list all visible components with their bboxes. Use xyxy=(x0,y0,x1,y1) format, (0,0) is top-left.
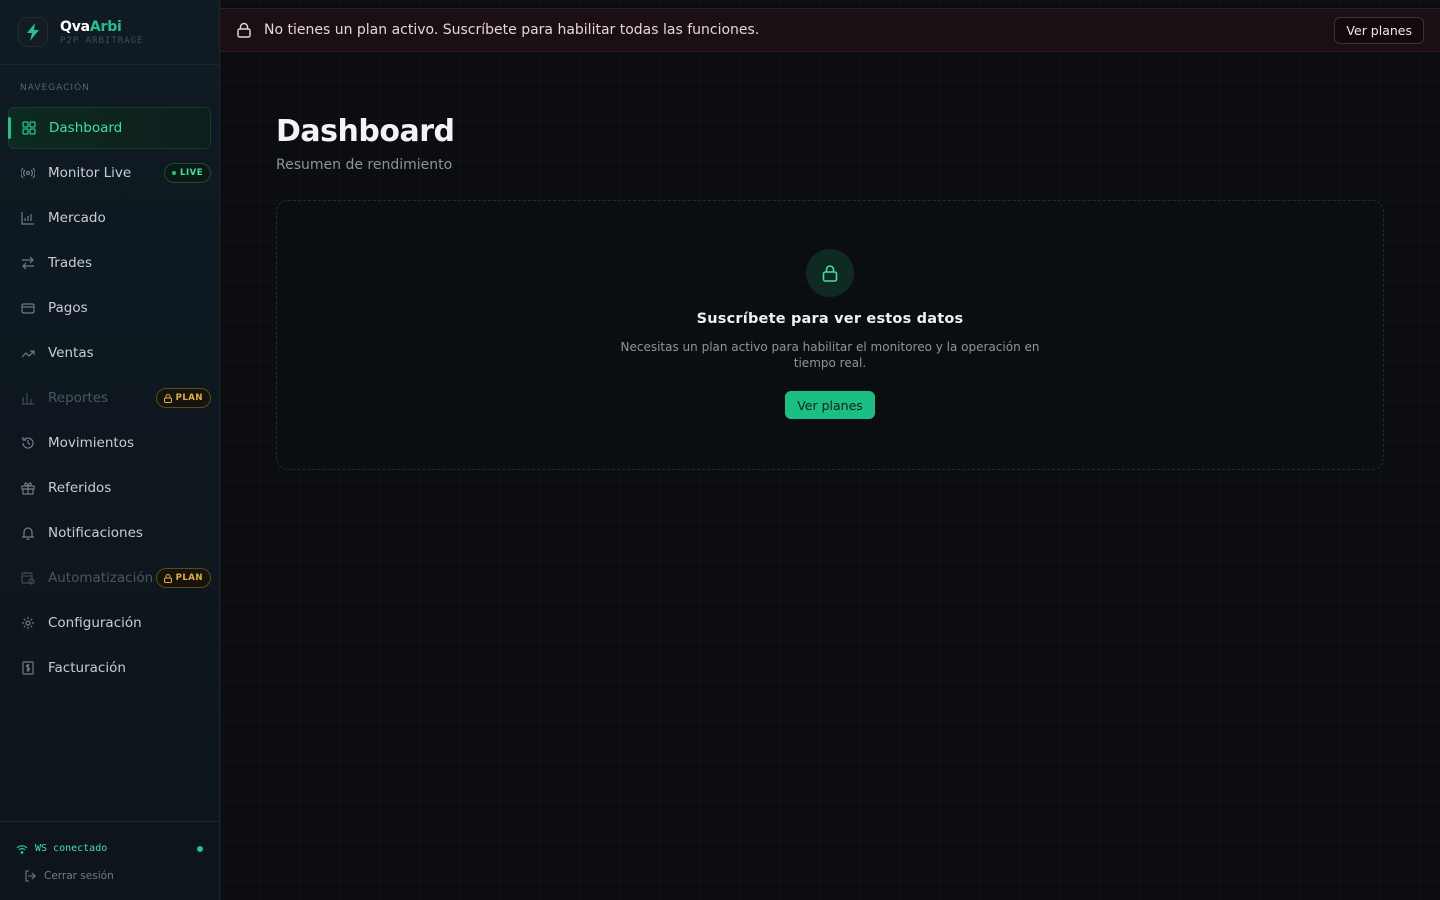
ws-status-dot xyxy=(197,845,203,852)
plan-badge: PLAN xyxy=(155,388,211,408)
plan-badge: PLAN xyxy=(155,568,211,588)
sidebar-nav: Dashboard Monitor Live LIVE Mercado Trad… xyxy=(0,107,219,689)
sidebar: QvaArbi P2P ARBITRAGE NAVEGACIÓN Dashboa… xyxy=(0,0,220,900)
credit-card-icon xyxy=(20,300,36,316)
sidebar-footer: WS conectado Cerrar sesión xyxy=(0,821,219,900)
locked-content-card: Suscríbete para ver estos datos Necesita… xyxy=(276,200,1384,470)
lock-icon xyxy=(163,573,172,583)
sidebar-item-label: Notificaciones xyxy=(48,525,143,541)
sidebar-item-label: Ventas xyxy=(48,345,94,361)
brand-name: QvaArbi xyxy=(60,18,122,35)
page-subtitle: Resumen de rendimiento xyxy=(276,157,453,173)
sidebar-item-label: Trades xyxy=(48,255,92,271)
receipt-icon xyxy=(20,660,36,676)
sidebar-item-referidos[interactable]: Referidos xyxy=(8,467,211,509)
sidebar-item-label: Facturación xyxy=(48,660,126,676)
sidebar-item-ventas[interactable]: Ventas xyxy=(8,332,211,374)
sidebar-item-mercado[interactable]: Mercado xyxy=(8,197,211,239)
sidebar-item-dashboard[interactable]: Dashboard xyxy=(8,107,211,149)
logout-button[interactable]: Cerrar sesión xyxy=(0,862,219,890)
sidebar-item-label: Referidos xyxy=(48,480,112,496)
nav-heading: NAVEGACIÓN xyxy=(20,83,90,93)
lock-icon xyxy=(236,22,252,38)
sidebar-item-reportes[interactable]: Reportes PLAN xyxy=(8,377,211,419)
bolt-icon xyxy=(18,17,48,47)
grid-icon xyxy=(21,120,37,136)
logout-label: Cerrar sesión xyxy=(44,870,114,882)
lock-icon xyxy=(163,393,172,403)
brand-subtitle: P2P ARBITRAGE xyxy=(60,35,144,46)
arrows-swap-icon xyxy=(20,255,36,271)
sidebar-item-automatizacion[interactable]: Automatización PLAN xyxy=(8,557,211,599)
no-plan-banner: No tienes un plan activo. Suscríbete par… xyxy=(220,8,1440,52)
trend-up-icon xyxy=(20,345,36,361)
sidebar-item-label: Mercado xyxy=(48,210,106,226)
history-icon xyxy=(20,435,36,451)
page-title: Dashboard xyxy=(276,114,455,149)
card-description: Necesitas un plan activo para habilitar … xyxy=(620,340,1040,370)
sidebar-item-monitor-live[interactable]: Monitor Live LIVE xyxy=(8,152,211,194)
sidebar-item-pagos[interactable]: Pagos xyxy=(8,287,211,329)
sidebar-item-label: Pagos xyxy=(48,300,88,316)
sidebar-item-label: Reportes xyxy=(48,390,109,406)
sidebar-item-facturacion[interactable]: Facturación xyxy=(8,647,211,689)
sidebar-item-label: Automatización xyxy=(48,570,154,586)
gear-icon xyxy=(20,615,36,631)
sidebar-item-movimientos[interactable]: Movimientos xyxy=(8,422,211,464)
sidebar-item-label: Dashboard xyxy=(49,120,123,136)
chart-icon xyxy=(20,210,36,226)
bell-icon xyxy=(20,525,36,541)
ws-status: WS conectado xyxy=(0,822,219,862)
gift-icon xyxy=(20,480,36,496)
ws-status-label: WS conectado xyxy=(35,843,108,854)
banner-view-plans-button[interactable]: Ver planes xyxy=(1334,17,1424,44)
sidebar-item-notificaciones[interactable]: Notificaciones xyxy=(8,512,211,554)
main-content: No tienes un plan activo. Suscríbete par… xyxy=(220,0,1440,900)
radio-icon xyxy=(20,165,36,181)
brand[interactable]: QvaArbi P2P ARBITRAGE xyxy=(0,0,219,65)
sidebar-item-label: Configuración xyxy=(48,615,142,631)
sidebar-item-trades[interactable]: Trades xyxy=(8,242,211,284)
calendar-clock-icon xyxy=(20,570,36,586)
card-title: Suscríbete para ver estos datos xyxy=(696,311,964,327)
logout-icon xyxy=(25,870,36,882)
wifi-icon xyxy=(16,844,28,854)
card-view-plans-button[interactable]: Ver planes xyxy=(785,391,875,419)
sidebar-item-label: Movimientos xyxy=(48,435,134,451)
live-badge: LIVE xyxy=(164,163,211,183)
sidebar-item-label: Monitor Live xyxy=(48,165,132,181)
sidebar-item-configuracion[interactable]: Configuración xyxy=(8,602,211,644)
lock-icon xyxy=(806,249,854,297)
bar-chart-icon xyxy=(20,390,36,406)
banner-text: No tienes un plan activo. Suscríbete par… xyxy=(264,22,760,38)
